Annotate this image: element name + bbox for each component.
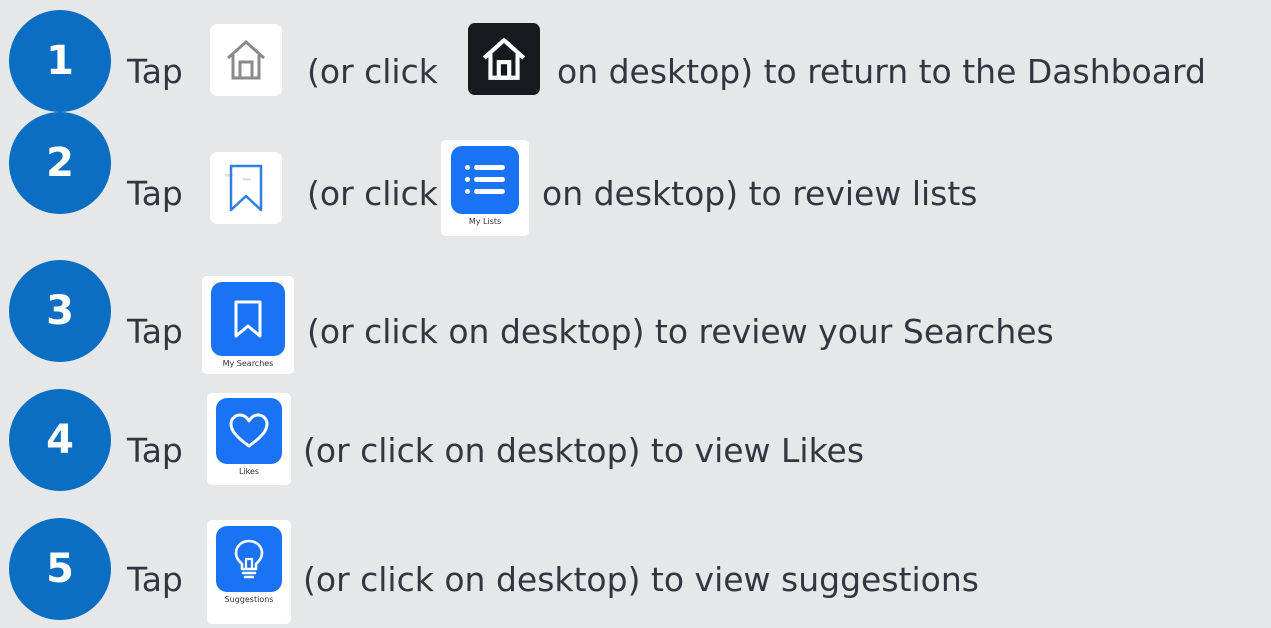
my-searches-app-icon[interactable]: My Searches xyxy=(202,276,294,374)
step-number-badge: 1 xyxy=(9,10,111,112)
step-end-text: (or click on desktop) to review your Sea… xyxy=(307,312,1054,351)
step-number-badge: 2 xyxy=(9,112,111,214)
step-tap-text: Tap xyxy=(127,560,183,599)
step-1: 1 Tap (or click on desktop) to return to… xyxy=(0,10,1271,120)
step-tap-text: Tap xyxy=(127,312,183,351)
my-searches-label: My Searches xyxy=(222,359,274,368)
step-mid-text: (or click xyxy=(307,174,438,213)
step-tap-text: Tap xyxy=(127,431,183,470)
suggestions-label: Suggestions xyxy=(224,595,274,604)
step-2: 2 Tap (or click My Lists on desktop) to … xyxy=(0,112,1271,236)
step-end-text: (or click on desktop) to view Likes xyxy=(303,431,865,470)
step-end-text: on desktop) to review lists xyxy=(542,174,978,213)
home-dark-icon[interactable] xyxy=(468,23,540,95)
likes-label: Likes xyxy=(238,467,260,476)
step-4: 4 Tap Likes (or click on desktop) to vie… xyxy=(0,389,1271,499)
step-end-text: (or click on desktop) to view suggestion… xyxy=(303,560,979,599)
lightbulb-app-icon xyxy=(216,526,282,592)
step-end-text: on desktop) to return to the Dashboard xyxy=(557,52,1206,91)
bookmark-app-icon xyxy=(211,282,285,356)
home-outline-icon[interactable] xyxy=(210,24,282,96)
list-app-icon xyxy=(451,146,519,214)
step-number-badge: 3 xyxy=(9,260,111,362)
step-3: 3 Tap My Searches (or click on desktop) … xyxy=(0,260,1271,374)
my-lists-label: My Lists xyxy=(468,217,502,226)
step-tap-text: Tap xyxy=(127,52,183,91)
my-lists-app-icon[interactable]: My Lists xyxy=(441,140,529,236)
step-number-badge: 4 xyxy=(9,389,111,491)
heart-app-icon xyxy=(216,398,282,464)
bookmark-outline-icon[interactable] xyxy=(210,152,282,224)
step-5: 5 Tap Suggestions (or click on desktop) … xyxy=(0,518,1271,628)
step-mid-text: (or click xyxy=(307,52,438,91)
likes-app-icon[interactable]: Likes xyxy=(207,393,291,485)
step-number-badge: 5 xyxy=(9,518,111,620)
step-tap-text: Tap xyxy=(127,174,183,213)
suggestions-app-icon[interactable]: Suggestions xyxy=(207,520,291,624)
